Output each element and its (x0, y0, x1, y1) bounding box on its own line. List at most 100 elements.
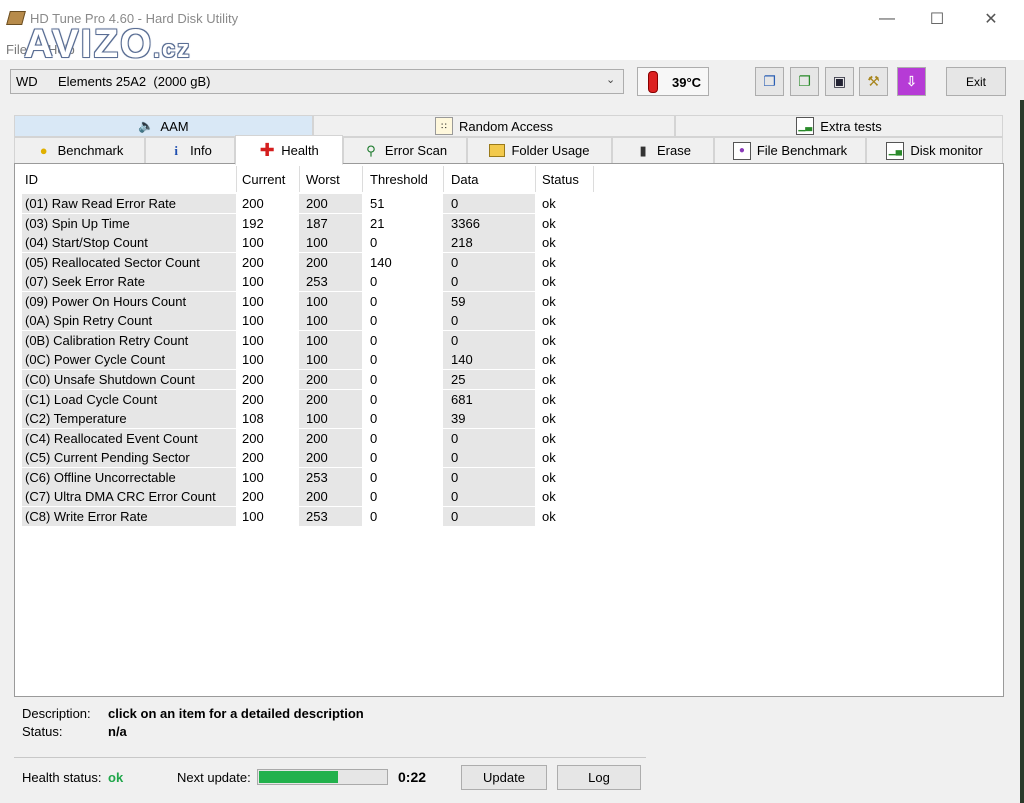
table-cell-status: ok (542, 352, 556, 368)
table-cell-threshold: 0 (370, 489, 378, 505)
table-cell-id: (C5) Current Pending Sector (25, 450, 190, 466)
status-label: Status: (22, 724, 63, 739)
tab-health-label: Health (281, 142, 319, 158)
table-row[interactable]: (07) Seek Error Rate 100 253 0 0 ok (22, 272, 602, 292)
table-cell-status: ok (542, 332, 556, 348)
tab-extra-tests[interactable]: ▁▃ Extra tests (675, 115, 1003, 137)
table-row[interactable]: (0B) Calibration Retry Count 100 100 0 0 ok (22, 330, 602, 350)
table-cell-worst: 200 (306, 430, 328, 446)
speaker-icon: 🔈 (138, 118, 155, 133)
tab-info[interactable]: i Info (145, 137, 235, 163)
description-value: click on an item for a detailed descript… (108, 706, 364, 721)
table-cell-status: ok (542, 391, 556, 407)
col-header-worst[interactable]: Worst (306, 172, 340, 187)
tab-disk-monitor[interactable]: ▁▄ Disk monitor (866, 137, 1003, 163)
table-row[interactable]: (01) Raw Read Error Rate 200 200 51 0 ok (22, 194, 602, 213)
table-cell-data: 0 (451, 430, 459, 446)
save-button[interactable]: ▣ (825, 67, 854, 96)
drive-name: Elements 25A2 (2000 gB) (58, 74, 211, 89)
table-row[interactable]: (C7) Ultra DMA CRC Error Count 200 200 0 0 ok (22, 487, 602, 507)
tab-error-scan-label: Error Scan (384, 143, 448, 158)
table-row[interactable]: (C1) Load Cycle Count 200 200 0 681 ok (22, 389, 602, 409)
chevron-down-icon[interactable]: ⌄ (606, 73, 615, 86)
tab-health[interactable]: ✚ Health (235, 135, 343, 165)
col-header-threshold[interactable]: Threshold (370, 172, 428, 187)
table-row[interactable]: (C0) Unsafe Shutdown Count 200 200 0 25 ok (22, 369, 602, 389)
table-cell-id: (C1) Load Cycle Count (25, 391, 158, 407)
table-cell-worst: 100 (306, 293, 328, 309)
tab-aam[interactable]: 🔈 AAM (14, 115, 313, 137)
down-arrow-icon: ⇩ (905, 73, 918, 89)
minimize-button[interactable]: — (864, 0, 910, 38)
col-header-data[interactable]: Data (451, 172, 478, 187)
folder-icon (489, 144, 506, 157)
table-cell-worst: 200 (306, 450, 328, 466)
table-row[interactable]: (09) Power On Hours Count 100 100 0 59 ok (22, 291, 602, 311)
table-row[interactable]: (C6) Offline Uncorrectable 100 253 0 0 ok (22, 467, 602, 487)
table-cell-threshold: 0 (370, 235, 378, 251)
table-row[interactable]: (C5) Current Pending Sector 200 200 0 0 ok (22, 448, 602, 468)
tab-erase-label: Erase (657, 143, 691, 158)
table-cell-status: ok (542, 371, 556, 387)
col-header-status[interactable]: Status (542, 172, 579, 187)
table-row[interactable]: (04) Start/Stop Count 100 100 0 218 ok (22, 233, 602, 253)
table-row[interactable]: (C8) Write Error Rate 100 253 0 0 ok (22, 506, 602, 526)
table-cell-data: 0 (451, 313, 459, 329)
download-button[interactable]: ⇩ (897, 67, 926, 96)
exit-button[interactable]: Exit (946, 67, 1006, 96)
copy-screenshot-button[interactable]: ❐ (790, 67, 819, 96)
table-cell-data: 0 (451, 274, 459, 290)
tab-file-benchmark[interactable]: ● File Benchmark (714, 137, 866, 163)
table-cell-current: 200 (242, 371, 264, 387)
table-cell-id: (07) Seek Error Rate (25, 274, 145, 290)
maximize-button[interactable]: ☐ (914, 0, 960, 38)
table-cell-threshold: 0 (370, 352, 378, 368)
table-cell-status: ok (542, 508, 556, 524)
table-cell-id: (05) Reallocated Sector Count (25, 254, 200, 270)
tab-file-benchmark-label: File Benchmark (756, 143, 848, 158)
status-value: n/a (108, 724, 127, 739)
table-cell-id: (C8) Write Error Rate (25, 508, 148, 524)
table-cell-status: ok (542, 274, 556, 290)
table-cell-data: 0 (451, 332, 459, 348)
tab-benchmark[interactable]: ● Benchmark (14, 137, 145, 163)
log-button[interactable]: Log (557, 765, 641, 790)
copy-info-button[interactable]: ❐ (755, 67, 784, 96)
tab-error-scan[interactable]: ⚲ Error Scan (343, 137, 467, 163)
col-divider (535, 166, 536, 192)
tab-folder-usage[interactable]: Folder Usage (467, 137, 612, 163)
close-button[interactable]: ✕ (968, 0, 1014, 38)
table-cell-threshold: 0 (370, 469, 378, 485)
col-header-id[interactable]: ID (25, 172, 38, 187)
table-row[interactable]: (C4) Reallocated Event Count 200 200 0 0 ok (22, 428, 602, 448)
update-button[interactable]: Update (461, 765, 547, 790)
tab-extra-tests-label: Extra tests (820, 118, 882, 134)
table-row[interactable]: (05) Reallocated Sector Count 200 200 140 0 o… (22, 252, 602, 272)
table-cell-data: 218 (451, 235, 473, 251)
table-cell-status: ok (542, 215, 556, 231)
tab-random-access[interactable]: ∷ Random Access (313, 115, 675, 137)
table-cell-current: 100 (242, 508, 264, 524)
table-cell-threshold: 0 (370, 508, 378, 524)
options-button[interactable]: ⚒ (859, 67, 888, 96)
table-cell-worst: 200 (306, 196, 328, 211)
table-row[interactable]: (03) Spin Up Time 192 187 21 3366 ok (22, 213, 602, 233)
table-cell-worst: 200 (306, 489, 328, 505)
table-row[interactable]: (C2) Temperature 108 100 0 39 ok (22, 409, 602, 429)
table-cell-status: ok (542, 254, 556, 270)
table-cell-current: 200 (242, 254, 264, 270)
col-divider (236, 166, 237, 192)
tab-erase[interactable]: ▮ Erase (612, 137, 714, 163)
table-cell-worst: 100 (306, 411, 328, 427)
col-header-current[interactable]: Current (242, 172, 285, 187)
table-cell-status: ok (542, 293, 556, 309)
table-cell-data: 59 (451, 293, 466, 309)
table-row[interactable]: (0C) Power Cycle Count 100 100 0 140 ok (22, 350, 602, 370)
table-row[interactable]: (0A) Spin Retry Count 100 100 0 0 ok (22, 311, 602, 331)
table-cell-threshold: 0 (370, 371, 378, 387)
table-cell-status: ok (542, 430, 556, 446)
table-cell-id: (C7) Ultra DMA CRC Error Count (25, 489, 216, 505)
magnifier-icon: ⚲ (366, 142, 376, 158)
progress-fill (259, 771, 338, 783)
table-cell-current: 100 (242, 235, 264, 251)
